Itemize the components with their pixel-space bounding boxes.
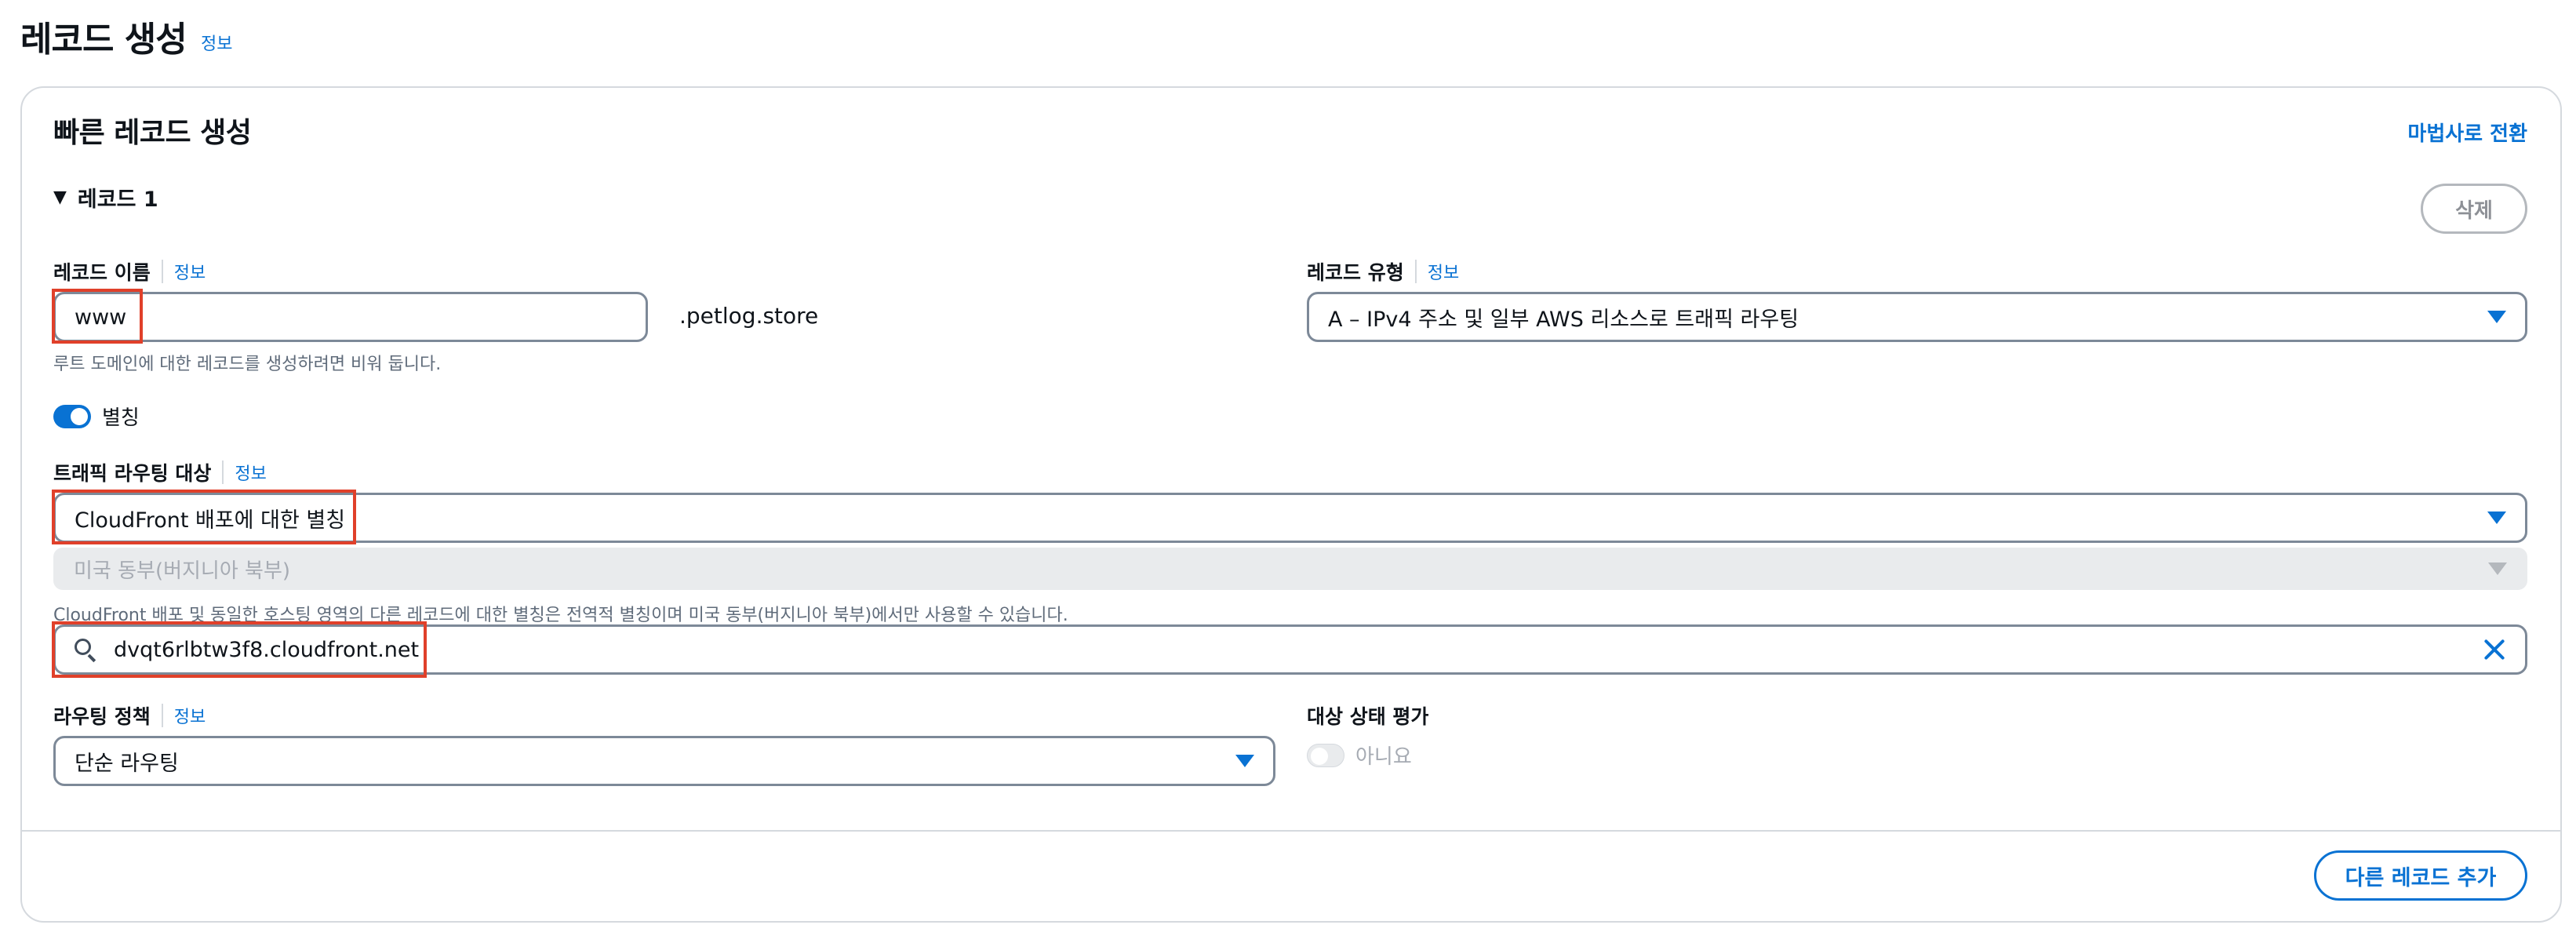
record-type-value: A – IPv4 주소 및 일부 AWS 리소스로 트래픽 라우팅 [1328, 307, 1799, 332]
health-toggle-row: 아니요 [1307, 741, 1412, 770]
alias-toggle[interactable] [53, 404, 91, 428]
record-type-select[interactable]: A – IPv4 주소 및 일부 AWS 리소스로 트래픽 라우팅 [1307, 292, 2527, 342]
health-value: 아니요 [1355, 745, 1412, 769]
toggle-knob [71, 407, 88, 425]
dropdown-arrow-icon [2487, 311, 2506, 323]
routing-policy-value: 단순 라우팅 [75, 751, 179, 776]
endpoint-select[interactable]: CloudFront 배포에 대한 별칭 [53, 493, 2527, 543]
routing-policy-label: 라우팅 정책 [53, 705, 151, 728]
label-separator [1414, 260, 1417, 283]
record-name-info-link[interactable]: 정보 [174, 259, 206, 284]
section-title: 빠른 레코드 생성 [53, 117, 252, 149]
region-value: 미국 동부(버지니아 북부) [74, 559, 291, 583]
health-toggle [1307, 743, 1344, 767]
routing-policy-label-row: 라우팅 정책 정보 [53, 701, 206, 730]
health-label-row: 대상 상태 평가 [1307, 701, 1428, 730]
record-type-label: 레코드 유형 [1307, 261, 1404, 284]
record-type-label-row: 레코드 유형 정보 [1307, 257, 1459, 286]
label-separator [222, 461, 224, 484]
distribution-highlight [52, 621, 427, 678]
dropdown-arrow-icon [2488, 562, 2507, 575]
route-traffic-info-link[interactable]: 정보 [235, 460, 266, 485]
delete-button[interactable]: 삭제 [2421, 184, 2527, 234]
dropdown-arrow-icon [1235, 755, 1254, 767]
switch-to-wizard-link[interactable]: 마법사로 전환 [2407, 118, 2527, 147]
dropdown-arrow-icon [2487, 512, 2506, 524]
route-traffic-label: 트래픽 라우팅 대상 [53, 462, 212, 485]
record-1-expander[interactable]: ▼ 레코드 1 [53, 182, 158, 213]
toggle-knob [1311, 747, 1328, 765]
record-name-highlight [52, 289, 143, 344]
routing-policy-select[interactable]: 단순 라우팅 [53, 736, 1275, 786]
region-select: 미국 동부(버지니아 북부) [53, 548, 2527, 590]
health-label: 대상 상태 평가 [1307, 705, 1429, 728]
page-info-link[interactable]: 정보 [201, 30, 232, 55]
add-another-record-button[interactable]: 다른 레코드 추가 [2314, 850, 2527, 901]
record-1-label: 레코드 1 [77, 187, 158, 212]
label-separator [161, 260, 163, 283]
panel-divider [22, 830, 2560, 832]
endpoint-highlight [52, 490, 356, 544]
record-type-info-link[interactable]: 정보 [1428, 259, 1459, 284]
label-separator [161, 704, 163, 727]
record-name-label: 레코드 이름 [53, 261, 151, 284]
clear-icon[interactable] [2483, 638, 2506, 661]
caret-down-icon: ▼ [53, 187, 67, 207]
routing-policy-info-link[interactable]: 정보 [174, 703, 206, 728]
page-title: 레코드 생성 [20, 20, 187, 60]
record-name-hint: 루트 도메인에 대한 레코드를 생성하려면 비워 둡니다. [53, 355, 442, 374]
record-name-label-row: 레코드 이름 정보 [53, 257, 206, 286]
domain-suffix: .petlog.store [679, 303, 819, 329]
route-traffic-label-row: 트래픽 라우팅 대상 정보 [53, 458, 267, 486]
alias-label: 별칭 [102, 406, 140, 430]
alias-toggle-row: 별칭 [53, 402, 140, 431]
